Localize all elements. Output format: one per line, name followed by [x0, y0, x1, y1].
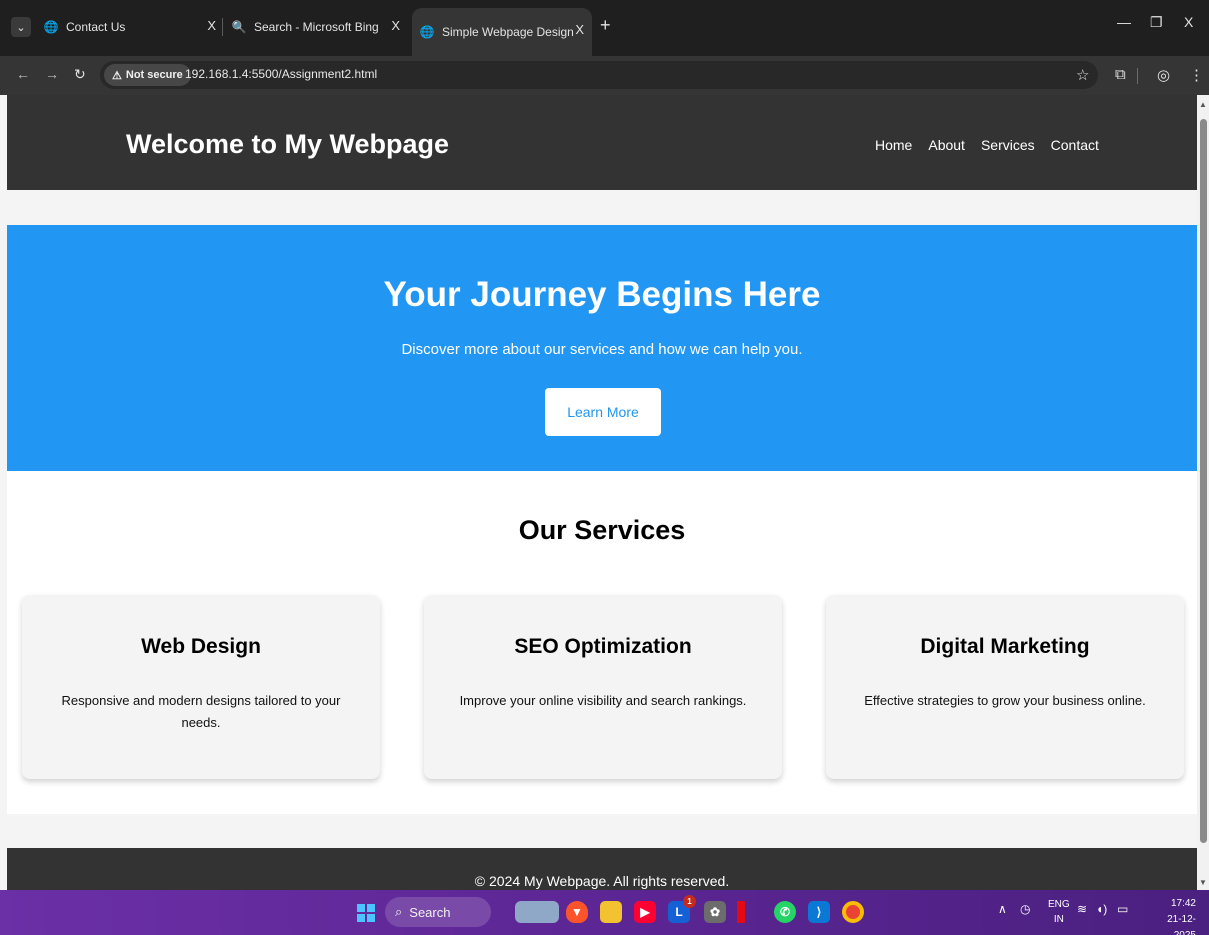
tab-title: Contact Us	[66, 20, 126, 34]
bookmark-star-icon[interactable]: ☆	[1076, 66, 1089, 84]
security-chip[interactable]: ⚠ Not secure	[104, 64, 191, 86]
services-section: Our Services Web Design Responsive and m…	[7, 471, 1197, 814]
toolbar-separator	[1137, 68, 1138, 84]
chrome-icon[interactable]	[842, 901, 864, 923]
site-nav: Home About Services Contact	[875, 137, 1099, 153]
card-title: Web Design	[141, 635, 261, 658]
language-code: ENG	[1048, 899, 1070, 910]
tab-title: Simple Webpage Design	[442, 25, 574, 39]
tab-contact-us[interactable]: 🌐 Contact Us X	[44, 8, 224, 46]
tab-separator	[222, 18, 223, 36]
windows-taskbar: ⌕ Search ▼ ▶ L1 ✿ ✆ ⟩ ∧ ◷ ENG IN ≋ ◖) ▭ …	[0, 890, 1209, 935]
card-text: Improve your online visibility and searc…	[459, 693, 747, 708]
search-icon: ⌕	[395, 904, 403, 919]
extensions-icon[interactable]: ⧉	[1115, 66, 1126, 83]
taskbar-search-label: Search	[409, 904, 451, 920]
nav-link-about[interactable]: About	[928, 137, 965, 153]
scroll-up-icon[interactable]: ▲	[1199, 100, 1207, 109]
tab-strip: ⌄ 🌐 Contact Us X 🔍 Search - Microsoft Bi…	[0, 0, 1209, 56]
scroll-down-icon[interactable]: ▼	[1199, 878, 1207, 887]
tab-simple-webpage-design[interactable]: 🌐 Simple Webpage Design X	[412, 8, 592, 56]
nav-link-services[interactable]: Services	[981, 137, 1035, 153]
volume-icon[interactable]: ◖)	[1096, 902, 1107, 916]
clock-app-icon[interactable]: ◷	[1020, 902, 1030, 916]
footer-text: © 2024 My Webpage. All rights reserved.	[474, 873, 730, 889]
site-header: Welcome to My Webpage Home About Service…	[7, 95, 1197, 190]
wifi-icon[interactable]: ≋	[1077, 902, 1087, 916]
security-label: Not secure	[125, 69, 183, 81]
site-title: Welcome to My Webpage	[126, 129, 450, 159]
card-title: Digital Marketing	[920, 635, 1090, 658]
region-code: IN	[1053, 914, 1064, 925]
hero-section: Your Journey Begins Here Discover more a…	[7, 225, 1197, 471]
netflix-icon[interactable]	[737, 901, 745, 923]
widgets-icon[interactable]	[515, 901, 559, 923]
hero-heading: Your Journey Begins Here	[383, 275, 821, 314]
page-viewport: Welcome to My Webpage Home About Service…	[7, 95, 1197, 890]
close-tab-icon[interactable]: X	[391, 18, 400, 33]
services-heading: Our Services	[518, 515, 686, 545]
youtube-icon[interactable]: ▶	[634, 901, 656, 923]
linkedin-icon[interactable]: L1	[668, 895, 696, 923]
hero-subtext: Discover more about our services and how…	[401, 341, 803, 358]
nav-link-contact[interactable]: Contact	[1051, 137, 1099, 153]
page-scrollbar[interactable]: ▲ ▼	[1197, 95, 1209, 890]
restore-icon[interactable]: ❐	[1150, 14, 1163, 31]
card-title: SEO Optimization	[514, 635, 692, 658]
minimize-icon[interactable]: —	[1117, 14, 1131, 30]
windows-start-icon[interactable]	[357, 904, 375, 922]
forward-icon[interactable]: →	[45, 66, 59, 82]
globe-icon: 🌐	[43, 20, 59, 34]
bing-search-icon: 🔍	[231, 20, 247, 34]
clock-date: 21-12-2025	[1167, 914, 1196, 935]
profile-icon[interactable]: ◎	[1157, 66, 1170, 84]
url-text[interactable]: 192.168.1.4:5500/Assignment2.html	[185, 67, 377, 81]
back-icon[interactable]: ←	[16, 66, 30, 82]
brave-browser-icon[interactable]: ▼	[566, 901, 588, 923]
site-footer: © 2024 My Webpage. All rights reserved.	[7, 848, 1197, 890]
service-card-seo: SEO Optimization Improve your online vis…	[424, 595, 782, 779]
tab-title: Search - Microsoft Bing	[254, 20, 379, 34]
card-text: Responsive and modern designs tailored t…	[61, 693, 341, 730]
whatsapp-icon[interactable]: ✆	[774, 901, 796, 923]
address-bar[interactable]: ⚠ Not secure 192.168.1.4:5500/Assignment…	[100, 61, 1098, 89]
new-tab-button[interactable]: +	[600, 15, 611, 36]
show-hidden-icons[interactable]: ∧	[998, 902, 1007, 916]
service-card-web-design: Web Design Responsive and modern designs…	[22, 595, 380, 779]
vscode-icon[interactable]: ⟩	[808, 901, 830, 923]
reload-icon[interactable]: ↻	[74, 66, 86, 83]
learn-more-button[interactable]: Learn More	[545, 388, 661, 436]
battery-icon[interactable]: ▭	[1117, 902, 1128, 916]
language-indicator[interactable]: ENG IN	[1048, 897, 1070, 927]
service-card-digital-marketing: Digital Marketing Effective strategies t…	[826, 595, 1184, 779]
tab-bing-search[interactable]: 🔍 Search - Microsoft Bing X	[232, 8, 408, 46]
scrollbar-thumb[interactable]	[1200, 119, 1207, 843]
browser-window: ⌄ 🌐 Contact Us X 🔍 Search - Microsoft Bi…	[0, 0, 1209, 935]
warning-icon: ⚠	[112, 69, 122, 82]
taskbar-clock[interactable]: 17:42 21-12-2025	[1150, 896, 1196, 935]
file-explorer-icon[interactable]	[600, 901, 622, 923]
menu-kebab-icon[interactable]: ⋮	[1189, 66, 1204, 84]
notification-badge: 1	[683, 895, 696, 908]
browser-toolbar: ← → ↻ ⚠ Not secure 192.168.1.4:5500/Assi…	[0, 56, 1209, 95]
close-window-icon[interactable]: X	[1184, 14, 1193, 30]
tab-search-dropdown-icon[interactable]: ⌄	[11, 17, 31, 37]
nav-link-home[interactable]: Home	[875, 137, 912, 153]
globe-icon: 🌐	[419, 25, 435, 39]
app-icon[interactable]: ✿	[704, 901, 726, 923]
close-tab-icon[interactable]: X	[575, 22, 584, 37]
clock-time: 17:42	[1170, 898, 1196, 909]
taskbar-search[interactable]: ⌕ Search	[385, 897, 491, 927]
close-tab-icon[interactable]: X	[207, 18, 216, 33]
card-text: Effective strategies to grow your busine…	[864, 693, 1146, 708]
